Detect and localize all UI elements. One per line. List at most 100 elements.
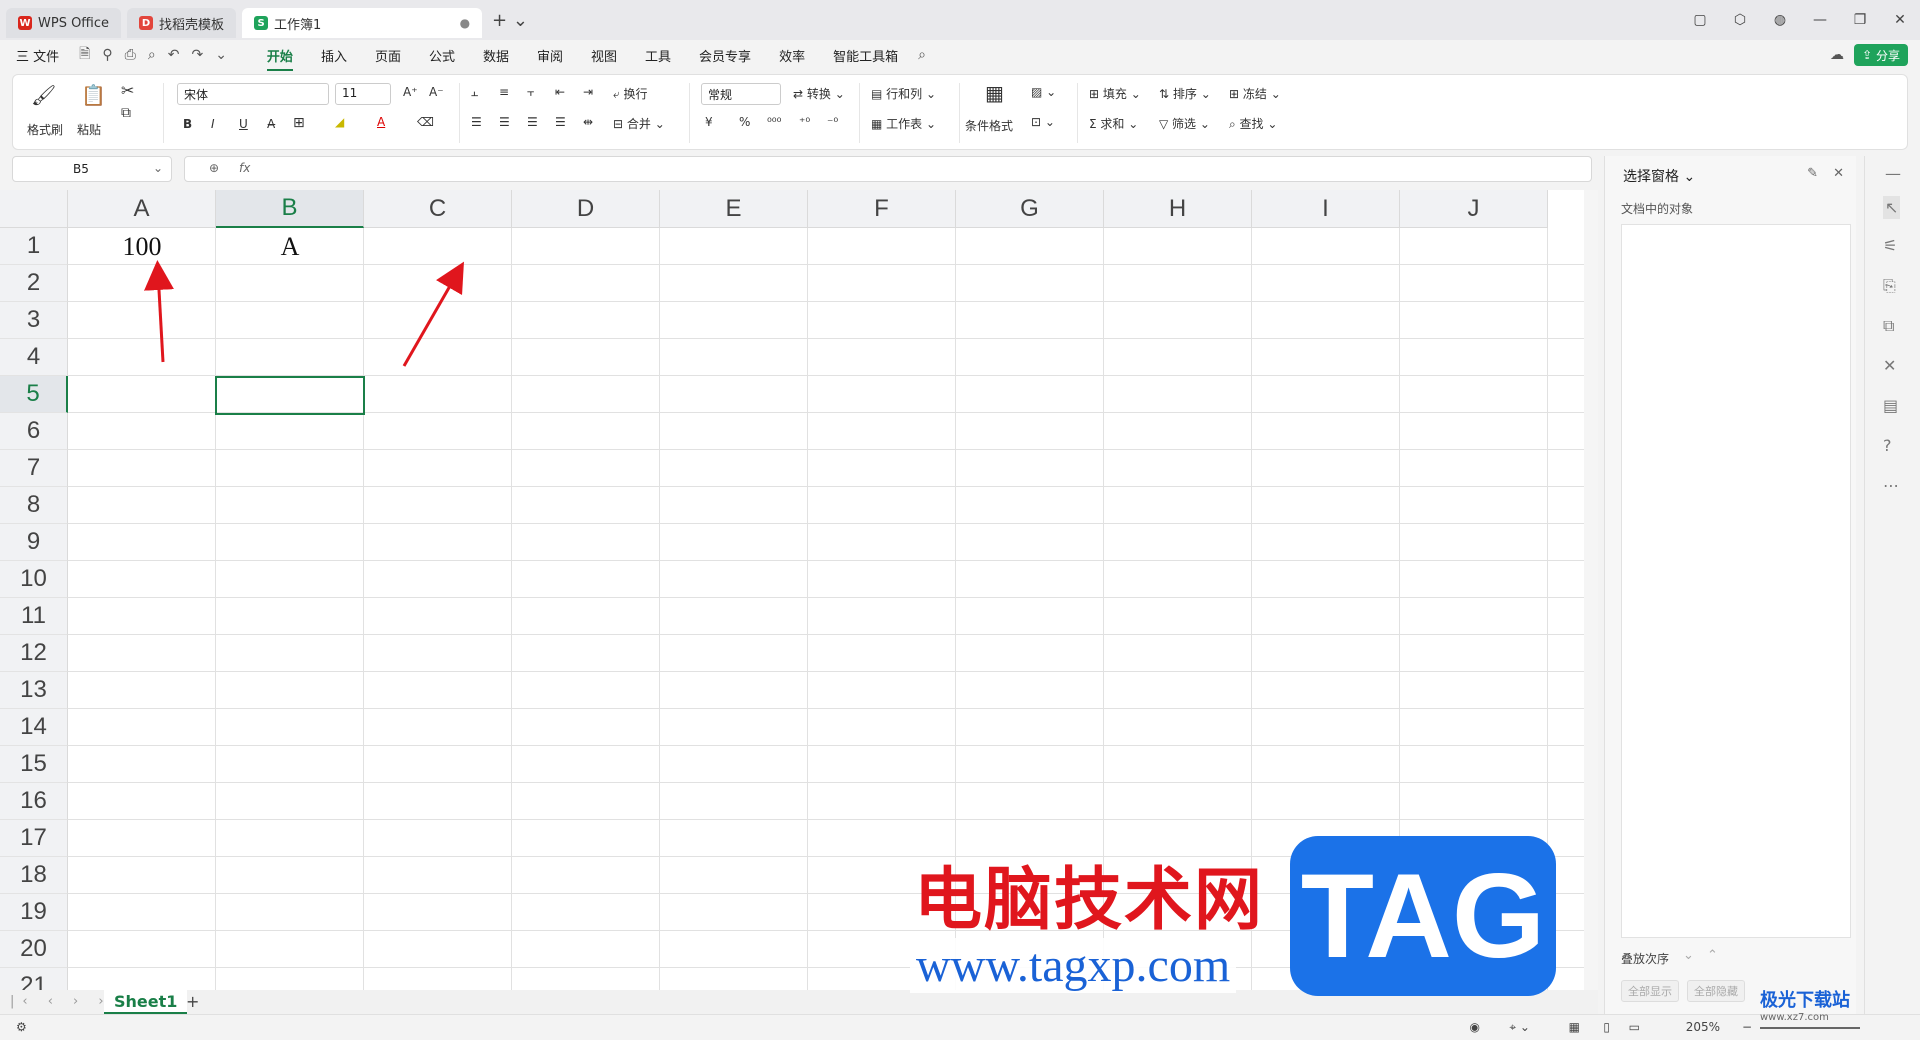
- currency-button[interactable]: ¥: [705, 115, 713, 129]
- row-col-button[interactable]: ▤ 行和列 ⌄: [871, 85, 936, 102]
- column-header-d[interactable]: D: [512, 190, 660, 228]
- wrap-text-button[interactable]: ⤶ 换行: [613, 85, 648, 102]
- move-down-icon[interactable]: ⌄: [1683, 948, 1694, 963]
- tab-view[interactable]: 视图: [577, 46, 631, 65]
- show-all-button[interactable]: 全部显示: [1621, 980, 1679, 1002]
- column-header-h[interactable]: H: [1104, 190, 1252, 228]
- zoom-out-icon[interactable]: −: [1742, 1020, 1752, 1034]
- indent-increase-icon[interactable]: ⇥: [583, 85, 593, 99]
- select-all-corner[interactable]: [0, 190, 68, 228]
- cut-icon[interactable]: ✂: [121, 81, 134, 100]
- row-header-2[interactable]: 2: [0, 265, 68, 302]
- row-header-4[interactable]: 4: [0, 339, 68, 376]
- save-icon[interactable]: 🗎: [73, 43, 96, 67]
- convert-button[interactable]: ⇄ 转换 ⌄: [793, 85, 845, 102]
- eye-icon[interactable]: ◉: [1470, 1020, 1480, 1034]
- align-top-icon[interactable]: ⫠: [471, 85, 478, 100]
- decimal-increase-icon[interactable]: ⁺⁰: [799, 115, 810, 129]
- column-header-j[interactable]: J: [1400, 190, 1548, 228]
- row-header-11[interactable]: 11: [0, 598, 68, 635]
- italic-button[interactable]: I: [211, 117, 215, 131]
- column-header-b[interactable]: B: [216, 190, 364, 228]
- decimal-decrease-icon[interactable]: ⁻⁰: [827, 115, 838, 129]
- merge-button[interactable]: ⊟ 合并 ⌄: [613, 115, 665, 132]
- properties-icon[interactable]: ⚟: [1883, 236, 1897, 255]
- row-header-9[interactable]: 9: [0, 524, 68, 561]
- align-right-icon[interactable]: ☰: [527, 115, 538, 129]
- column-header-c[interactable]: C: [364, 190, 512, 228]
- bold-button[interactable]: B: [183, 117, 192, 131]
- number-format-select[interactable]: 常规: [701, 83, 781, 105]
- sum-button[interactable]: Σ 求和 ⌄: [1089, 115, 1138, 132]
- row-header-18[interactable]: 18: [0, 857, 68, 894]
- analysis-icon[interactable]: ⧉: [1883, 316, 1894, 336]
- row-header-17[interactable]: 17: [0, 820, 68, 857]
- paste-button[interactable]: 粘贴: [77, 121, 101, 138]
- tab-workbook[interactable]: S 工作簿1 ●: [242, 8, 483, 38]
- undo-icon[interactable]: ↶: [162, 47, 186, 63]
- close-pane-icon[interactable]: ✕: [1833, 166, 1844, 181]
- active-cell-b5[interactable]: [215, 376, 365, 415]
- print-icon[interactable]: ⎙: [119, 47, 142, 63]
- cloud-icon[interactable]: ☁: [1824, 47, 1850, 63]
- more-options-icon[interactable]: ⋯: [1883, 476, 1899, 495]
- comment-icon[interactable]: ⎘: [1883, 276, 1896, 296]
- distribute-icon[interactable]: ⇹: [583, 115, 593, 129]
- zoom-level[interactable]: 205%: [1686, 1020, 1720, 1034]
- tab-wps-office[interactable]: W WPS Office: [6, 8, 122, 38]
- row-header-1[interactable]: 1: [0, 228, 68, 265]
- underline-button[interactable]: U: [239, 117, 248, 131]
- tools-icon[interactable]: ✕: [1883, 356, 1896, 375]
- new-tab-button[interactable]: + ⌄: [492, 10, 528, 31]
- zoom-slider[interactable]: [1760, 1027, 1860, 1029]
- row-header-16[interactable]: 16: [0, 783, 68, 820]
- tab-insert[interactable]: 插入: [307, 46, 361, 65]
- font-size-select[interactable]: 11: [335, 83, 391, 105]
- tab-formula[interactable]: 公式: [415, 46, 469, 65]
- share-button[interactable]: ⇪ 分享: [1854, 44, 1908, 66]
- find-button[interactable]: ⌕ 查找 ⌄: [1229, 115, 1277, 132]
- tab-efficiency[interactable]: 效率: [765, 46, 819, 65]
- column-header-g[interactable]: G: [956, 190, 1104, 228]
- hide-all-button[interactable]: 全部隐藏: [1687, 980, 1745, 1002]
- link-icon[interactable]: ⚲: [96, 47, 118, 63]
- row-header-6[interactable]: 6: [0, 413, 68, 450]
- align-middle-icon[interactable]: ≡: [499, 85, 509, 99]
- sheet-tab-sheet1[interactable]: Sheet1: [104, 990, 188, 1014]
- row-header-8[interactable]: 8: [0, 487, 68, 524]
- close-button[interactable]: ✕: [1880, 12, 1920, 28]
- book-icon[interactable]: ▤: [1883, 396, 1898, 415]
- avatar[interactable]: ◍: [1760, 12, 1800, 28]
- row-header-19[interactable]: 19: [0, 894, 68, 931]
- cell-b1[interactable]: A: [216, 228, 364, 265]
- file-menu[interactable]: 三 文件: [0, 46, 73, 65]
- minimize-button[interactable]: —: [1800, 12, 1840, 28]
- zoom-formula-icon[interactable]: ⊕: [209, 161, 219, 175]
- pin-icon[interactable]: ✎: [1807, 166, 1818, 181]
- fill-button[interactable]: ⊞ 填充 ⌄: [1089, 85, 1141, 102]
- cell-style-icon[interactable]: ▨ ⌄: [1031, 85, 1056, 99]
- fx-icon[interactable]: fx: [239, 161, 250, 175]
- formula-input[interactable]: ⊕ fx: [184, 156, 1592, 182]
- search-icon[interactable]: ⌕: [912, 47, 932, 63]
- align-left-icon[interactable]: ☰: [471, 115, 482, 129]
- row-header-10[interactable]: 10: [0, 561, 68, 598]
- font-shrink-icon[interactable]: A⁻: [429, 85, 444, 99]
- select-pointer-icon[interactable]: ↖: [1883, 196, 1901, 219]
- unsaved-dot-icon[interactable]: ●: [460, 16, 470, 30]
- sort-button[interactable]: ⇅ 排序 ⌄: [1159, 85, 1211, 102]
- row-header-13[interactable]: 13: [0, 672, 68, 709]
- align-center-icon[interactable]: ☰: [499, 115, 510, 129]
- tab-data[interactable]: 数据: [469, 46, 523, 65]
- restore-button[interactable]: ❐: [1840, 12, 1880, 28]
- column-header-e[interactable]: E: [660, 190, 808, 228]
- more-icon[interactable]: ⌄: [209, 47, 233, 63]
- freeze-button[interactable]: ⊞ 冻结 ⌄: [1229, 85, 1281, 102]
- move-up-icon[interactable]: ⌃: [1707, 948, 1718, 963]
- macro-icon[interactable]: ⚙: [16, 1020, 27, 1034]
- row-header-14[interactable]: 14: [0, 709, 68, 746]
- thousands-icon[interactable]: ⁰⁰⁰: [767, 115, 781, 129]
- tab-home[interactable]: 开始: [253, 46, 307, 71]
- row-header-21[interactable]: 21: [0, 968, 68, 990]
- cell-a1[interactable]: 100: [68, 228, 216, 265]
